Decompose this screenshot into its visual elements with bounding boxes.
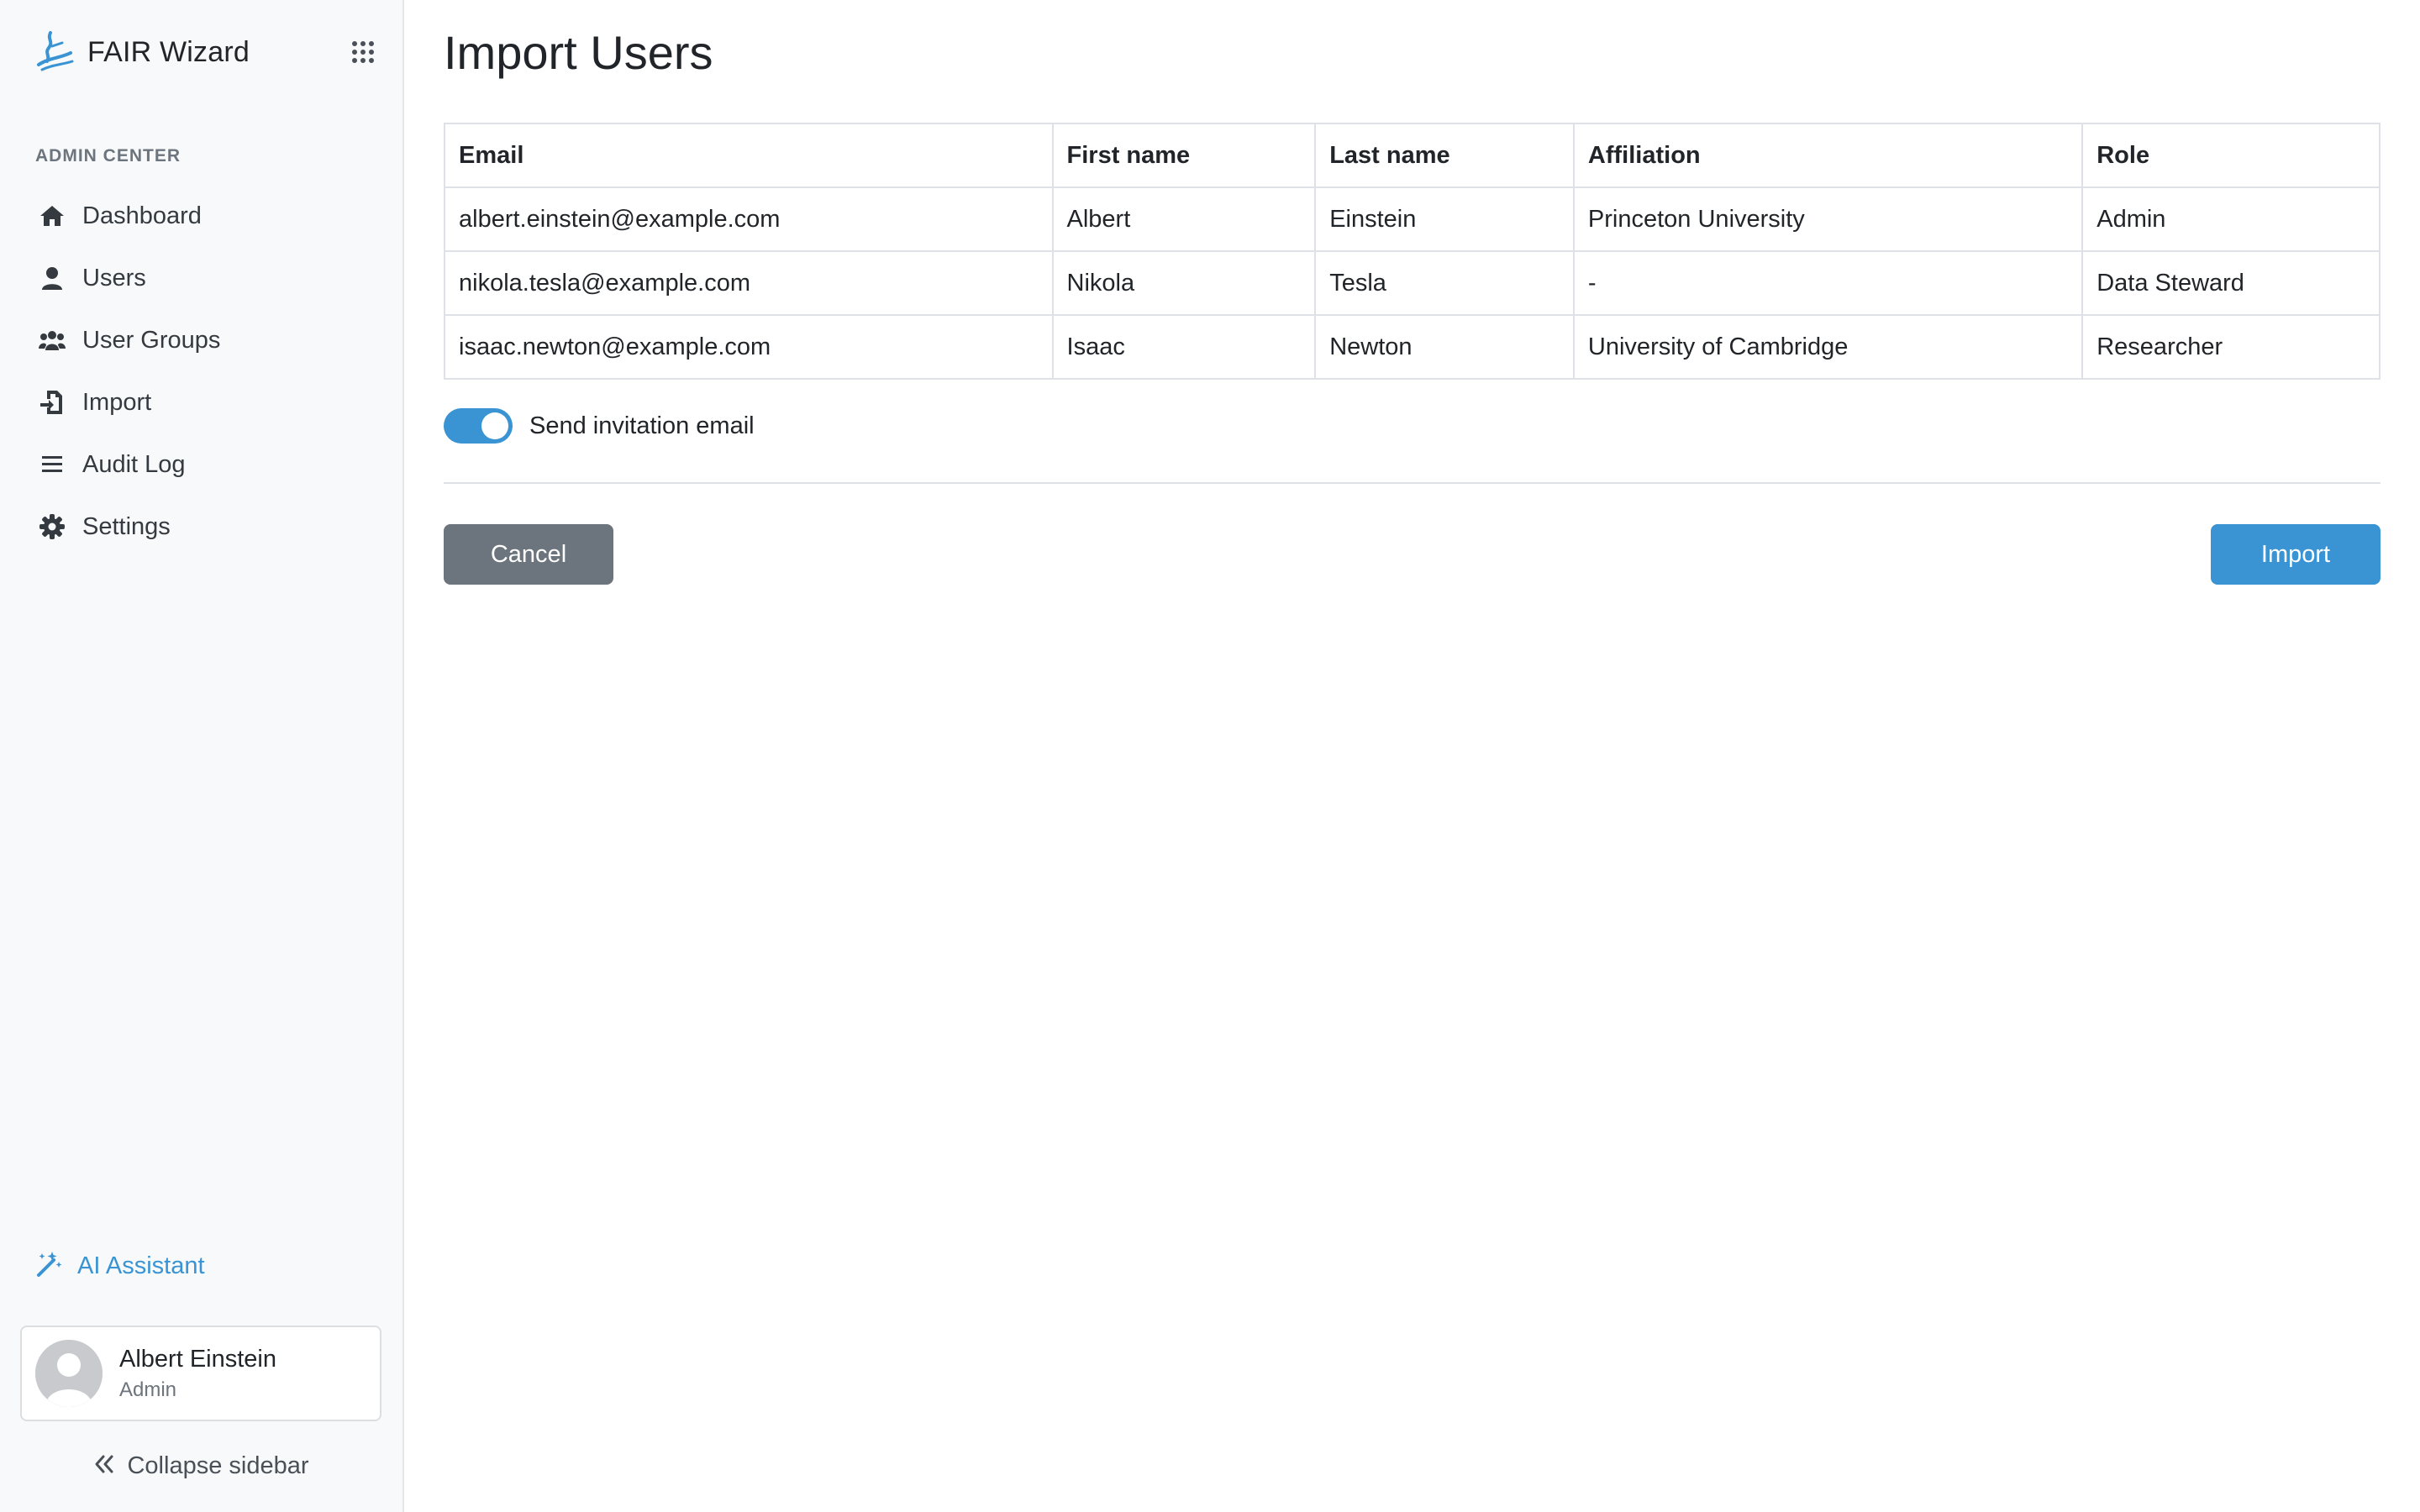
file-import-icon bbox=[35, 386, 69, 419]
table-header-row: Email First name Last name Affiliation R… bbox=[444, 123, 2381, 188]
main-content: Import Users Email First name Last name … bbox=[404, 0, 2420, 1512]
page-title: Import Users bbox=[444, 26, 713, 79]
column-header-affiliation: Affiliation bbox=[1572, 123, 2084, 188]
list-icon bbox=[35, 448, 69, 481]
cell-first-name: Nikola bbox=[1051, 250, 1317, 316]
cell-first-name: Albert bbox=[1051, 186, 1317, 252]
apps-grid-icon[interactable] bbox=[348, 37, 378, 67]
ai-assistant-link[interactable]: AI Assistant bbox=[35, 1245, 205, 1287]
collapse-sidebar-label: Collapse sidebar bbox=[127, 1452, 309, 1479]
profile-text: Albert Einstein Admin bbox=[119, 1346, 276, 1402]
cell-last-name: Newton bbox=[1314, 314, 1575, 380]
column-header-first-name: First name bbox=[1051, 123, 1317, 188]
sidebar: FAIR Wizard ADMIN CENTER Dashboard Users… bbox=[0, 0, 404, 1512]
sidebar-item-settings[interactable]: Settings bbox=[0, 496, 402, 558]
cell-first-name: Isaac bbox=[1051, 314, 1317, 380]
cell-affiliation: - bbox=[1572, 250, 2084, 316]
toggle-knob bbox=[481, 412, 508, 439]
profile-name: Albert Einstein bbox=[119, 1345, 276, 1373]
cell-role: Researcher bbox=[2081, 314, 2381, 380]
sidebar-item-users[interactable]: Users bbox=[0, 247, 402, 309]
fair-wizard-logo-icon bbox=[32, 28, 77, 77]
user-profile-card[interactable]: Albert Einstein Admin bbox=[20, 1326, 381, 1421]
cancel-button[interactable]: Cancel bbox=[444, 524, 613, 585]
brand-name: FAIR Wizard bbox=[87, 35, 250, 68]
cell-affiliation: University of Cambridge bbox=[1572, 314, 2084, 380]
app: FAIR Wizard ADMIN CENTER Dashboard Users… bbox=[0, 0, 2420, 1512]
cell-email: albert.einstein@example.com bbox=[444, 186, 1054, 252]
sidebar-item-label: Settings bbox=[82, 512, 171, 540]
users-icon bbox=[35, 323, 69, 357]
table-row: isaac.newton@example.com Isaac Newton Un… bbox=[444, 314, 2381, 380]
avatar bbox=[35, 1340, 103, 1407]
cell-role: Data Steward bbox=[2081, 250, 2381, 316]
gear-icon bbox=[35, 510, 69, 543]
import-button[interactable]: Import bbox=[2211, 524, 2381, 585]
cell-email: isaac.newton@example.com bbox=[444, 314, 1054, 380]
cell-last-name: Einstein bbox=[1314, 186, 1575, 252]
column-header-role: Role bbox=[2081, 123, 2381, 188]
cell-affiliation: Princeton University bbox=[1572, 186, 2084, 252]
table-row: albert.einstein@example.com Albert Einst… bbox=[444, 186, 2381, 252]
sidebar-item-user-groups[interactable]: User Groups bbox=[0, 309, 402, 371]
send-invitation-row: Send invitation email bbox=[444, 408, 755, 444]
sidebar-item-label: Audit Log bbox=[82, 450, 186, 478]
sidebar-item-label: Import bbox=[82, 388, 152, 416]
divider bbox=[444, 482, 2381, 484]
send-invitation-toggle[interactable] bbox=[444, 408, 513, 444]
sidebar-item-import[interactable]: Import bbox=[0, 371, 402, 433]
brand[interactable]: FAIR Wizard bbox=[32, 29, 250, 76]
double-chevron-left-icon bbox=[93, 1453, 115, 1479]
sidebar-nav: Dashboard Users User Groups Import Audit… bbox=[0, 185, 402, 558]
ai-assistant-label: AI Assistant bbox=[77, 1252, 205, 1279]
column-header-email: Email bbox=[444, 123, 1054, 188]
magic-wand-icon bbox=[35, 1250, 64, 1283]
cell-email: nikola.tesla@example.com bbox=[444, 250, 1054, 316]
cell-last-name: Tesla bbox=[1314, 250, 1575, 316]
column-header-last-name: Last name bbox=[1314, 123, 1575, 188]
cell-role: Admin bbox=[2081, 186, 2381, 252]
sidebar-item-dashboard[interactable]: Dashboard bbox=[0, 185, 402, 247]
section-label-admin-center: ADMIN CENTER bbox=[35, 146, 181, 165]
sidebar-item-audit-log[interactable]: Audit Log bbox=[0, 433, 402, 496]
sidebar-item-label: Users bbox=[82, 264, 146, 291]
sidebar-item-label: User Groups bbox=[82, 326, 221, 354]
send-invitation-label[interactable]: Send invitation email bbox=[529, 412, 755, 440]
user-icon bbox=[35, 261, 69, 295]
collapse-sidebar-button[interactable]: Collapse sidebar bbox=[0, 1445, 402, 1487]
profile-role: Admin bbox=[119, 1378, 177, 1401]
sidebar-item-label: Dashboard bbox=[82, 202, 202, 229]
table-row: nikola.tesla@example.com Nikola Tesla - … bbox=[444, 250, 2381, 316]
home-icon bbox=[35, 199, 69, 233]
import-users-table: Email First name Last name Affiliation R… bbox=[444, 123, 2381, 380]
